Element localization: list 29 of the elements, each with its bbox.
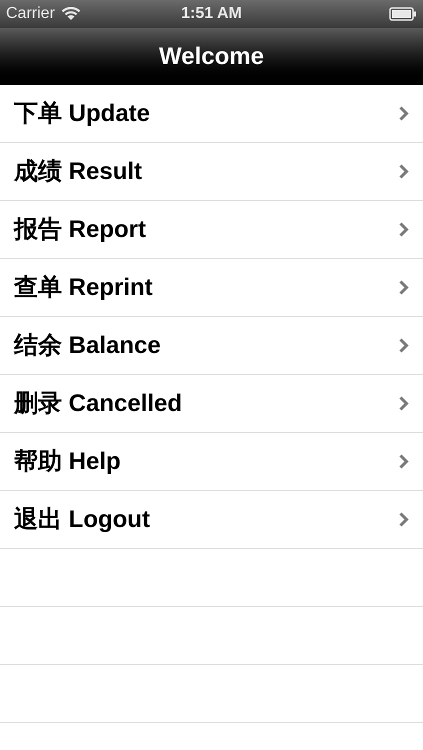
chevron-icon xyxy=(399,338,409,353)
menu-row[interactable]: 帮助 Help xyxy=(0,433,423,491)
status-time: 1:51 AM xyxy=(181,4,242,24)
menu-label: 查单 Reprint xyxy=(14,272,153,302)
chevron-icon xyxy=(399,164,409,179)
menu-row[interactable]: 报告 Report xyxy=(0,201,423,259)
menu-row[interactable]: 查单 Reprint xyxy=(0,259,423,317)
menu-row[interactable]: 删录 Cancelled xyxy=(0,375,423,433)
chevron-icon xyxy=(399,396,409,411)
menu-row[interactable]: 退出 Logout xyxy=(0,491,423,549)
chevron-icon xyxy=(399,222,409,237)
menu-label: 退出 Logout xyxy=(14,504,150,534)
battery-icon xyxy=(388,7,417,21)
menu-row[interactable]: 下单 Update xyxy=(0,85,423,143)
menu-label: 报告 Report xyxy=(14,214,146,244)
menu-row[interactable]: 结余 Balance xyxy=(0,317,423,375)
wifi-icon xyxy=(60,7,81,21)
chevron-icon xyxy=(399,106,409,121)
menu-label: 成绩 Result xyxy=(14,156,142,186)
menu-label: 帮助 Help xyxy=(14,446,121,476)
menu-label: 结余 Balance xyxy=(14,330,161,360)
chevron-icon xyxy=(399,280,409,295)
menu-row[interactable]: 成绩 Result xyxy=(0,143,423,201)
chevron-icon xyxy=(399,512,409,527)
menu-label: 下单 Update xyxy=(14,98,150,128)
menu-label: 删录 Cancelled xyxy=(14,388,182,418)
carrier-name: Carrier xyxy=(6,4,55,24)
nav-title: Welcome xyxy=(159,42,264,72)
chevron-icon xyxy=(399,454,409,469)
